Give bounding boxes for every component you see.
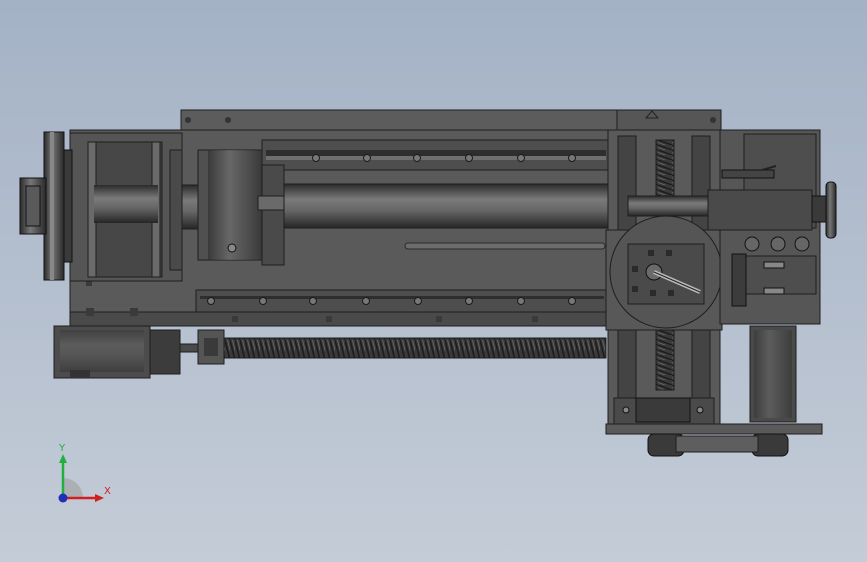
graphics-viewport[interactable]: X Y xyxy=(0,0,867,562)
drive-pulleys xyxy=(19,131,73,281)
bolt-head xyxy=(568,154,576,162)
x-arrowhead-icon xyxy=(95,494,104,502)
lead-screw xyxy=(179,329,607,365)
bolt-head xyxy=(465,154,473,162)
bolt-head xyxy=(517,154,525,162)
top-cover-plate xyxy=(180,109,722,131)
coordinate-triad: X Y xyxy=(58,443,111,503)
tailstock xyxy=(707,129,837,423)
bolt-head xyxy=(312,154,320,162)
bolt-head xyxy=(259,297,267,305)
servo-motor xyxy=(53,325,181,379)
bolt-head xyxy=(362,297,370,305)
bolt-head xyxy=(414,297,422,305)
bolt-head xyxy=(413,154,421,162)
x-axis-label: X xyxy=(104,486,111,497)
bolt-head xyxy=(517,297,525,305)
three-jaw-chuck xyxy=(197,149,285,266)
bolt-head xyxy=(363,154,371,162)
y-axis-label: Y xyxy=(58,443,66,454)
bolt-head xyxy=(207,297,215,305)
headstock xyxy=(69,132,203,282)
bolt-head xyxy=(465,297,473,305)
workpiece-shaft xyxy=(283,183,631,229)
y-arrowhead-icon xyxy=(59,454,67,463)
lathe-3d-model[interactable] xyxy=(0,0,867,562)
bolt-head xyxy=(568,297,576,305)
bolt-head xyxy=(309,297,317,305)
z-axis-arrow xyxy=(58,493,68,503)
